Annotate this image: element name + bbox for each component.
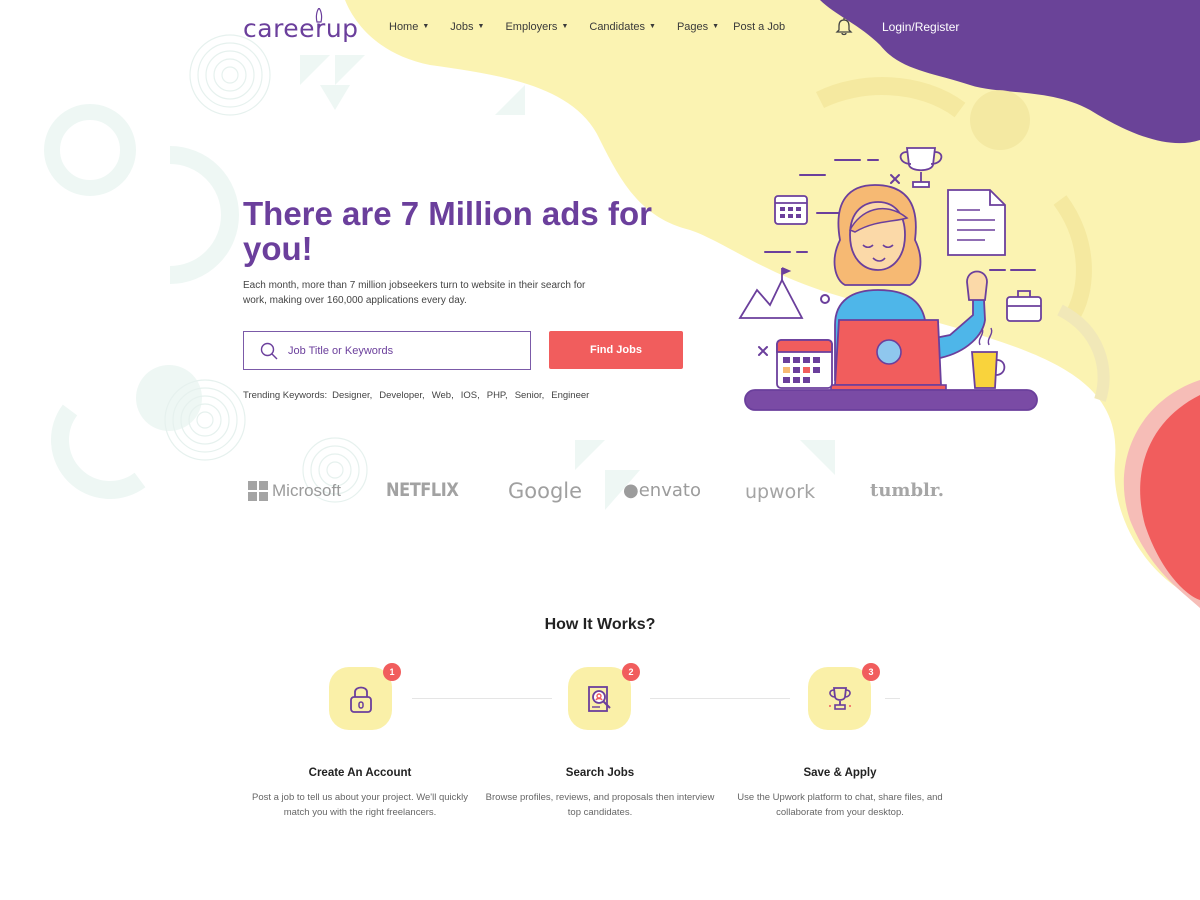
- brand-name: envato: [638, 480, 701, 501]
- how-it-works-title: How It Works?: [544, 616, 656, 633]
- step-connector: [412, 698, 552, 699]
- search-box: [243, 331, 531, 370]
- step-3-icon-box: [808, 667, 871, 730]
- brand-logo-google: Google: [508, 479, 583, 503]
- step-title: Search Jobs: [565, 767, 635, 779]
- rocket-icon: [315, 8, 323, 28]
- step-description: Browse profiles, reviews, and proposals …: [485, 792, 715, 818]
- trending-keyword[interactable]: Engineer: [551, 390, 589, 402]
- hero-subtitle: Each month, more than 7 million jobseeke…: [243, 280, 586, 306]
- trending-keyword[interactable]: Senior,: [515, 390, 545, 402]
- trending-keyword[interactable]: Developer,: [379, 390, 424, 402]
- trending-keywords: Trending Keywords: Designer, Developer, …: [243, 390, 596, 402]
- step-number-badge: 2: [622, 663, 640, 681]
- nav-candidates-label: Candidates: [589, 21, 646, 33]
- step-description: Use the Upwork platform to chat, share f…: [737, 792, 943, 818]
- nav-home[interactable]: Home ▼: [389, 19, 429, 35]
- main-nav: Home ▼ Jobs ▼ Employers ▼ Candidates ▼ Pages…: [389, 19, 785, 35]
- caret-down-icon: ▼: [649, 23, 656, 30]
- microsoft-logo-icon: [248, 481, 268, 501]
- search-icon: [260, 342, 278, 360]
- caret-down-icon: ▼: [712, 23, 720, 30]
- step-number-badge: 3: [862, 663, 880, 681]
- find-jobs-button[interactable]: Find Jobs: [549, 331, 683, 369]
- step-number-badge: 1: [383, 663, 401, 681]
- brand-logo-envato: ●envato: [623, 480, 701, 501]
- bell-icon[interactable]: [834, 17, 854, 37]
- login-register-link[interactable]: Login/Register: [882, 19, 959, 35]
- brand-logo-upwork: upwork: [745, 481, 816, 503]
- brand-logo-netflix: NETFLIX: [386, 479, 459, 501]
- trending-keyword[interactable]: Designer,: [332, 390, 372, 402]
- search-document-icon: [587, 685, 611, 712]
- nav-employers-label: Employers: [505, 21, 558, 33]
- caret-down-icon: ▼: [561, 23, 569, 30]
- nav-jobs[interactable]: Jobs ▼: [450, 19, 484, 35]
- step-connector: [885, 698, 900, 699]
- lock-icon: [349, 686, 372, 713]
- nav-employers[interactable]: Employers ▼: [505, 19, 568, 35]
- caret-down-icon: ▼: [422, 23, 430, 30]
- background-decoration: [0, 0, 1200, 900]
- step-2-icon-box: [568, 667, 631, 730]
- caret-down-icon: ▼: [477, 23, 485, 30]
- hero-illustration: [738, 147, 1042, 411]
- brand-logo-microsoft: Microsoft: [248, 481, 341, 501]
- nav-home-label: Home: [389, 21, 419, 33]
- envato-leaf-icon: ●: [623, 480, 639, 501]
- trending-keyword[interactable]: PHP,: [487, 390, 508, 402]
- nav-post-a-job-label: Post a Job: [733, 21, 786, 33]
- trophy-decor: [899, 147, 943, 188]
- logo-text: careerup: [243, 14, 359, 43]
- nav-jobs-label: Jobs: [450, 21, 474, 33]
- step-connector: [650, 698, 790, 699]
- trending-keyword[interactable]: Web,: [432, 390, 454, 402]
- nav-post-a-job[interactable]: Post a Job: [733, 19, 785, 35]
- hero-title: There are 7 Million ads for you!: [243, 195, 652, 267]
- nav-pages[interactable]: Pages ▼: [677, 19, 719, 35]
- brand-name: Microsoft: [272, 481, 341, 500]
- step-description: Post a job to tell us about your project…: [251, 792, 469, 818]
- site-header: careerup Home ▼ Jobs ▼ Employers ▼ Candidat…: [0, 0, 1200, 56]
- step-title: Create An Account: [308, 767, 412, 779]
- step-1-icon-box: [329, 667, 392, 730]
- nav-candidates[interactable]: Candidates ▼: [589, 19, 656, 35]
- trending-keyword[interactable]: IOS,: [461, 390, 480, 402]
- trophy-icon: [828, 686, 851, 710]
- nav-pages-label: Pages: [676, 21, 709, 33]
- step-title: Save & Apply: [803, 767, 877, 779]
- brand-logo-tumblr: tumblr.: [870, 480, 944, 501]
- search-input[interactable]: [288, 332, 518, 369]
- logo[interactable]: careerup: [243, 8, 359, 46]
- trending-label: Trending Keywords:: [243, 390, 328, 401]
